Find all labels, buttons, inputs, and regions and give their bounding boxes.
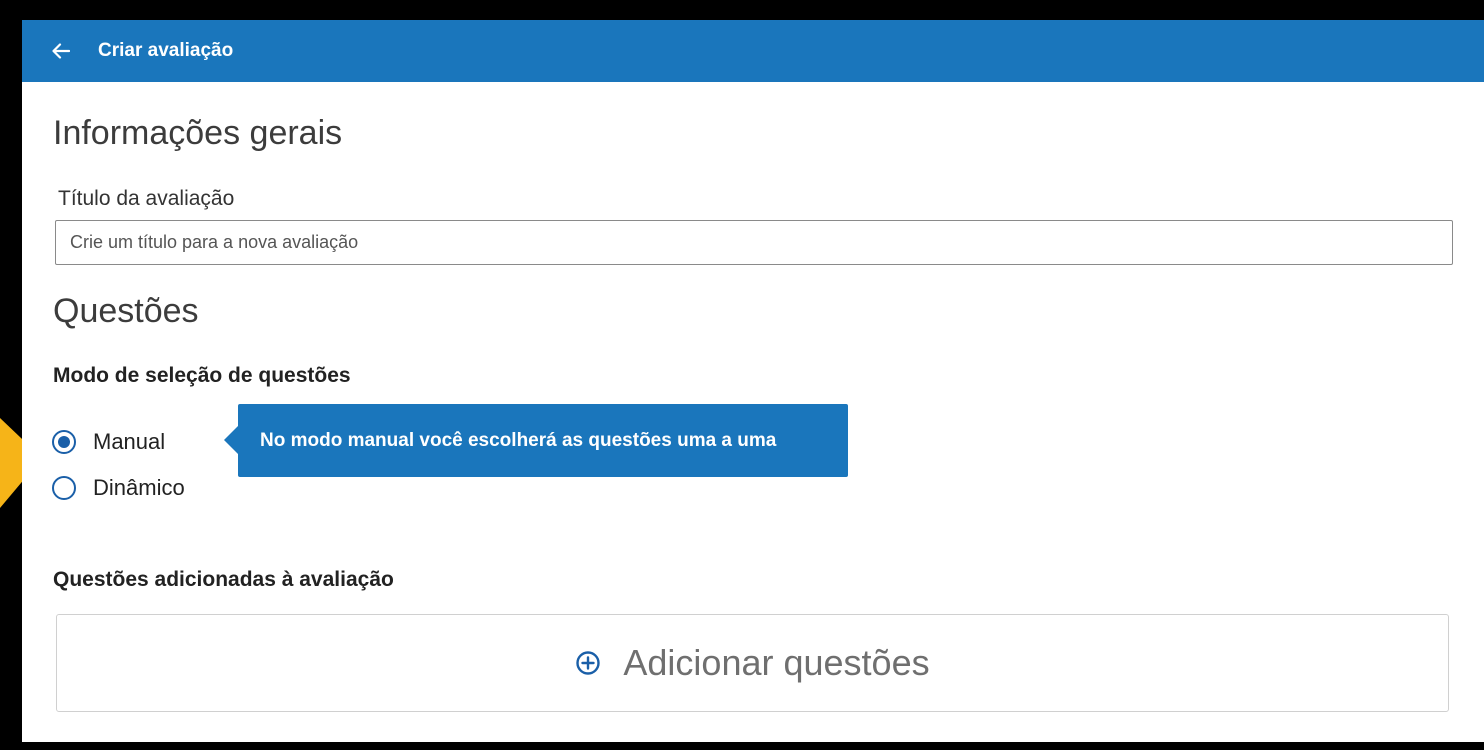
added-questions-label: Questões adicionadas à avaliação	[53, 568, 394, 591]
add-questions-label: Adicionar questões	[623, 642, 930, 683]
title-input[interactable]	[55, 220, 1453, 265]
radio-label-manual: Manual	[93, 429, 166, 454]
questions-heading: Questões	[53, 292, 199, 330]
title-field-label: Título da avaliação	[58, 187, 235, 210]
radio-label-dinamico: Dinâmico	[93, 475, 185, 500]
back-button[interactable]	[50, 37, 72, 65]
screenshot-frame: Criar avaliação Informações gerais Títul…	[0, 0, 1484, 750]
arrow-left-icon	[52, 43, 70, 59]
radio-option-dinamico[interactable]: Dinâmico	[52, 475, 185, 501]
top-app-bar: Criar avaliação	[22, 20, 1484, 82]
add-questions-content: Adicionar questões	[575, 642, 930, 683]
tooltip-text: No modo manual você escolherá as questõe…	[260, 429, 777, 451]
app-window: Criar avaliação Informações gerais Títul…	[22, 20, 1484, 742]
radio-option-manual[interactable]: Manual	[52, 429, 165, 455]
selection-mode-label: Modo de seleção de questões	[53, 364, 351, 387]
manual-mode-tooltip: No modo manual você escolherá as questõe…	[224, 404, 848, 477]
radio-button-manual[interactable]	[52, 430, 76, 454]
radio-selected-dot	[58, 436, 70, 448]
page-title: Criar avaliação	[98, 40, 234, 61]
add-questions-button[interactable]: Adicionar questões	[56, 614, 1449, 712]
tooltip-arrow	[224, 426, 238, 454]
plus-circle-icon	[576, 651, 601, 675]
radio-button-dinamico[interactable]	[52, 476, 76, 500]
general-info-heading: Informações gerais	[53, 114, 343, 152]
